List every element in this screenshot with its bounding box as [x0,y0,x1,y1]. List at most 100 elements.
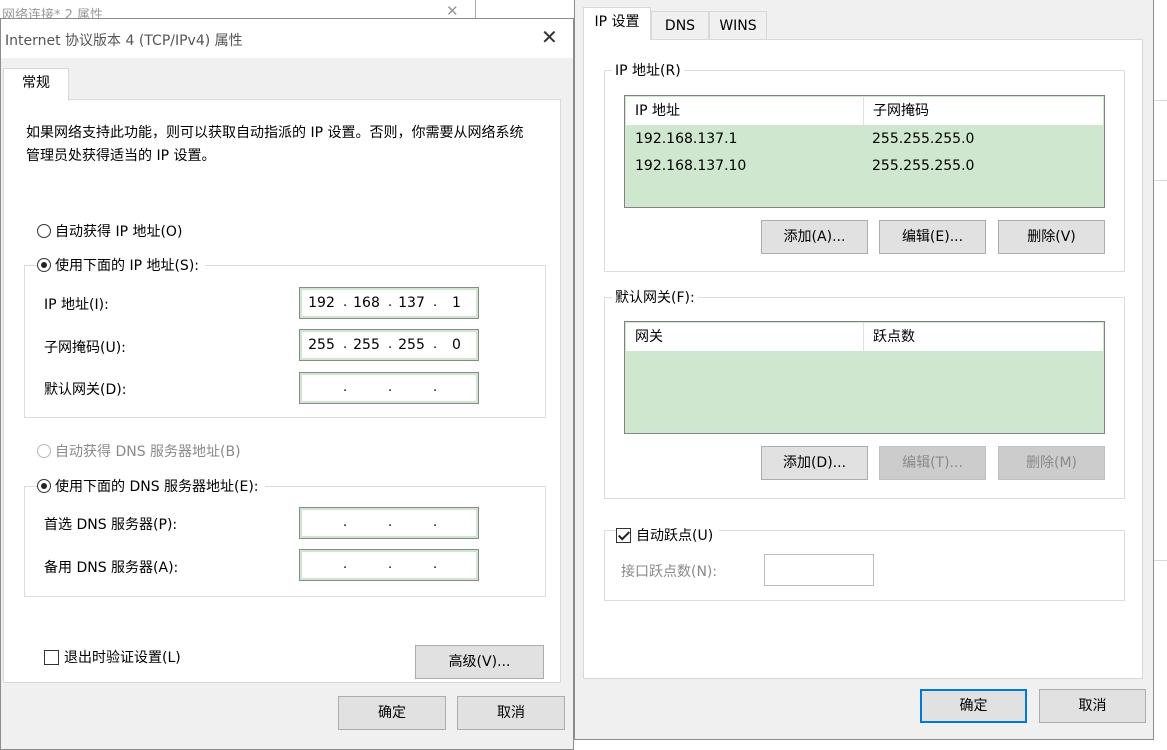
gateway-add-button-label: 添加(D)... [782,455,847,471]
radio-auto-dns[interactable]: 自动获得 DNS 服务器地址(B) [37,441,247,461]
ip-address-list[interactable]: IP 地址 子网掩码 192.168.137.1 255.255.255.0 1… [624,95,1105,208]
subnet-octet-2[interactable]: 255 [345,330,388,360]
preferred-dns-octet-2[interactable] [345,508,388,538]
gateway-edit-button-label: 编辑(T)... [902,455,963,471]
preferred-dns-octet-3[interactable] [390,508,433,538]
advanced-button[interactable]: 高级(V)... [415,645,544,679]
radio-manual-dns[interactable]: 使用下面的 DNS 服务器地址(E): [37,476,265,496]
validate-on-exit-box[interactable] [44,649,59,665]
alternate-dns-input[interactable]: . . . [299,549,479,581]
advanced-ok-button[interactable]: 确定 [920,689,1027,723]
ip-octet-4[interactable]: 1 [435,288,478,318]
ip-address-label: IP 地址(I): [44,297,109,313]
radio-auto-dns-label: 自动获得 DNS 服务器地址(B) [55,444,241,460]
validate-on-exit-label: 退出时验证设置(L) [64,650,181,666]
table-row[interactable]: 192.168.137.1 255.255.255.0 [626,126,1103,153]
gateway-list[interactable]: 网关 跃点数 [624,321,1105,434]
gateway-delete-button-label: 删除(M) [1025,455,1077,471]
ip-cell: 192.168.137.1 [635,131,738,147]
subnet-octet-3[interactable]: 255 [390,330,433,360]
radio-manual-ip[interactable]: 使用下面的 IP 地址(S): [37,255,205,275]
radio-manual-ip-label: 使用下面的 IP 地址(S): [55,258,199,274]
ip-octet-3[interactable]: 137 [390,288,433,318]
ip-octet-1[interactable]: 192 [300,288,343,318]
gateway-octet-2[interactable] [345,373,388,403]
ip-address-group-label: IP 地址(R) [612,60,684,80]
preferred-dns-input[interactable]: . . . [299,507,479,539]
tab-dns[interactable]: DNS [651,11,709,40]
automatic-metric-checkbox[interactable]: 自动跃点(U) [616,525,720,545]
subnet-mask-input[interactable]: 255. 255. 255. 0 [299,329,479,361]
tab-ip-settings[interactable]: IP 设置 [583,7,651,40]
preferred-dns-label: 首选 DNS 服务器(P): [44,517,178,533]
mask-cell: 255.255.255.0 [872,158,975,174]
mask-cell: 255.255.255.0 [872,131,975,147]
tab-general-label: 常规 [22,75,50,91]
ok-button-label: 确定 [378,705,406,721]
alternate-dns-octet-4[interactable] [435,550,478,580]
advanced-cancel-button[interactable]: 取消 [1039,689,1146,723]
default-gateway-input[interactable]: . . . [299,372,479,404]
gateway-octet-4[interactable] [435,373,478,403]
ipv4-properties-dialog: Internet 协议版本 4 (TCP/IPv4) 属性 ✕ 常规 如果网络支… [0,18,574,750]
alternate-dns-octet-2[interactable] [345,550,388,580]
gateway-list-header: 网关 跃点数 [626,323,1103,351]
subnet-octet-4[interactable]: 0 [435,330,478,360]
tab-general[interactable]: 常规 [3,68,69,101]
gateway-octet-3[interactable] [390,373,433,403]
advanced-ok-button-label: 确定 [959,698,988,714]
alternate-dns-octet-3[interactable] [390,550,433,580]
tab-dns-label: DNS [664,18,696,34]
tab-ip-settings-label: IP 设置 [594,14,640,30]
default-gateway-group-label: 默认网关(F): [612,287,698,307]
preferred-dns-octet-4[interactable] [435,508,478,538]
alternate-dns-octet-1[interactable] [300,550,343,580]
ip-delete-button[interactable]: 删除(V) [998,220,1105,254]
gateway-add-button[interactable]: 添加(D)... [761,446,868,480]
gateway-list-col-gateway[interactable]: 网关 [626,323,863,351]
close-icon[interactable]: ✕ [541,25,558,49]
description-text: 如果网络支持此功能，则可以获取自动指派的 IP 设置。否则，你需要从网络系统管理… [26,125,524,164]
radio-auto-ip-indicator[interactable] [37,224,51,238]
automatic-metric-box[interactable] [616,527,631,543]
default-gateway-label: 默认网关(D): [44,382,127,398]
gateway-delete-button[interactable]: 删除(M) [998,446,1105,480]
ip-address-input[interactable]: 192. 168. 137. 1 [299,287,479,319]
automatic-metric-label: 自动跃点(U) [636,528,714,544]
cancel-button[interactable]: 取消 [457,696,565,730]
table-row[interactable]: 192.168.137.10 255.255.255.0 [626,153,1103,180]
subnet-mask-label: 子网掩码(U): [44,340,126,356]
subnet-octet-1[interactable]: 255 [300,330,343,360]
ip-list-col-ip[interactable]: IP 地址 [626,97,863,125]
interface-metric-input[interactable] [764,554,874,586]
interface-metric-label: 接口跃点数(N): [621,564,718,580]
radio-auto-dns-indicator[interactable] [37,444,51,458]
alternate-dns-label: 备用 DNS 服务器(A): [44,560,179,576]
radio-auto-ip-label: 自动获得 IP 地址(O) [55,224,183,240]
gateway-octet-1[interactable] [300,373,343,403]
ip-add-button-label: 添加(A)... [783,229,846,245]
cancel-button-label: 取消 [497,705,525,721]
radio-manual-ip-indicator[interactable] [37,258,51,272]
dialog-titlebar: Internet 协议版本 4 (TCP/IPv4) 属性 ✕ [1,19,573,58]
radio-auto-ip[interactable]: 自动获得 IP 地址(O) [37,221,189,241]
radio-manual-dns-label: 使用下面的 DNS 服务器地址(E): [55,479,259,495]
validate-on-exit-checkbox[interactable]: 退出时验证设置(L) [44,647,181,667]
ip-cell: 192.168.137.10 [635,158,747,174]
tab-wins-label: WINS [719,18,757,34]
ip-edit-button[interactable]: 编辑(E)... [879,220,986,254]
ip-octet-2[interactable]: 168 [345,288,388,318]
gateway-list-col-metric[interactable]: 跃点数 [863,323,1103,351]
general-tab-panel: 如果网络支持此功能，则可以获取自动指派的 IP 设置。否则，你需要从网络系统管理… [3,99,561,683]
advanced-cancel-button-label: 取消 [1078,698,1107,714]
background-window-titlebar: 网络连接* 2 属性 ✕ [0,0,476,20]
ip-list-header: IP 地址 子网掩码 [626,97,1103,125]
ok-button[interactable]: 确定 [338,696,446,730]
ip-list-col-mask[interactable]: 子网掩码 [863,97,1103,125]
radio-manual-dns-indicator[interactable] [37,479,51,493]
tab-wins[interactable]: WINS [709,11,767,40]
advanced-button-label: 高级(V)... [448,654,511,670]
gateway-edit-button[interactable]: 编辑(T)... [879,446,986,480]
ip-add-button[interactable]: 添加(A)... [761,220,868,254]
preferred-dns-octet-1[interactable] [300,508,343,538]
